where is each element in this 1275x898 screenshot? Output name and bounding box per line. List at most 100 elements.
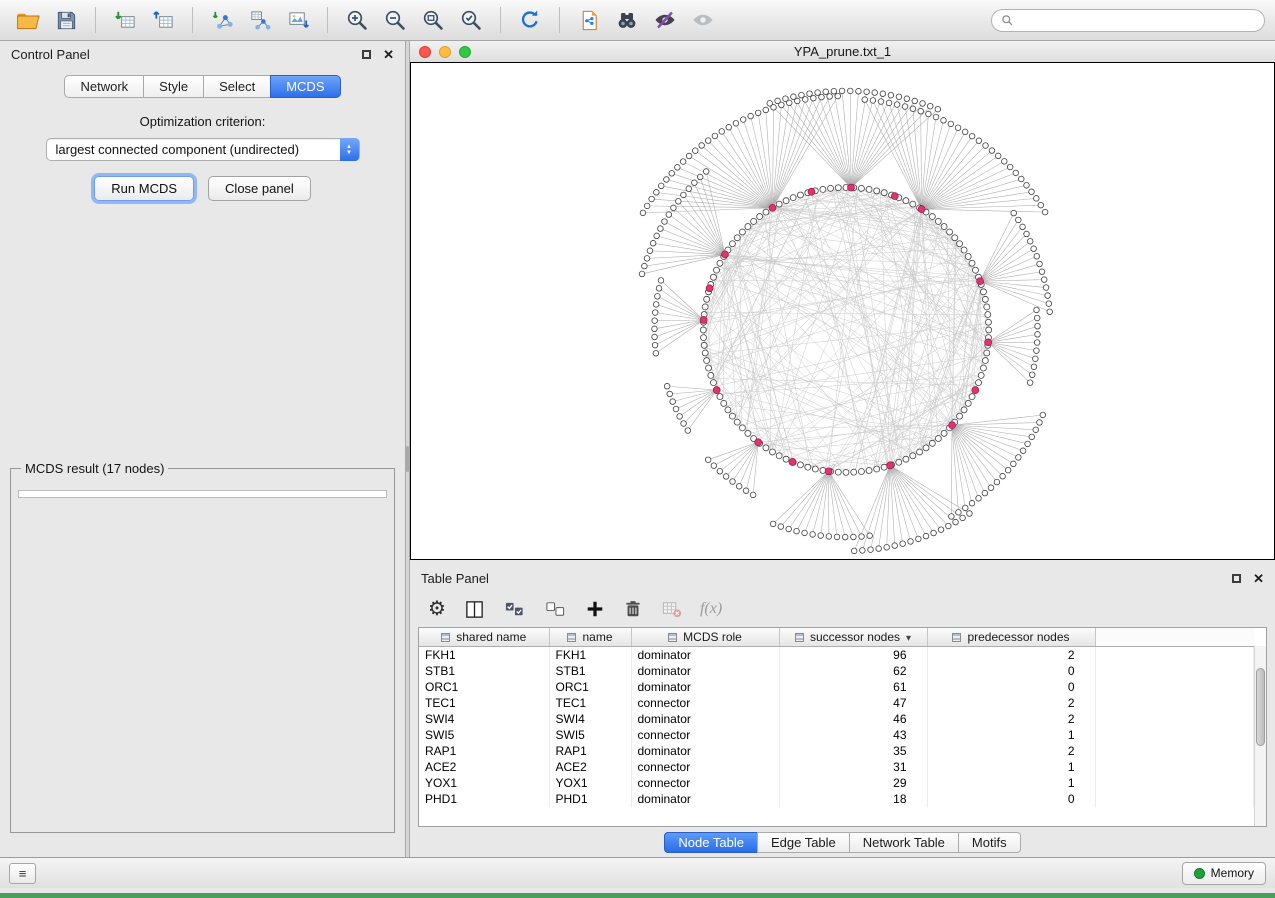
column-header-successor-nodes[interactable]: successor nodes▾	[779, 628, 927, 646]
eye-icon	[691, 8, 715, 32]
panel-splitter[interactable]	[405, 41, 410, 857]
table-panel-float-icon[interactable]	[1232, 574, 1241, 583]
fx-icon: f(x)	[700, 600, 722, 618]
criterion-selected-value: largest connected component (undirected)	[56, 142, 336, 157]
column-header-predecessor-nodes[interactable]: predecessor nodes	[927, 628, 1095, 646]
close-window-button[interactable]	[419, 46, 431, 58]
memory-label: Memory	[1211, 866, 1254, 880]
column-grid-icon	[795, 633, 804, 642]
tab-network-table[interactable]: Network Table	[849, 832, 958, 853]
control-panel-close-icon[interactable]: ✕	[383, 48, 394, 61]
tab-edge-table[interactable]: Edge Table	[757, 832, 849, 853]
select-all-button[interactable]	[503, 595, 526, 623]
table-toolbar: ⚙	[410, 591, 1275, 627]
show-columns-button[interactable]	[464, 595, 485, 623]
scrollbar-thumb[interactable]	[1256, 668, 1265, 746]
export-image-button[interactable]	[280, 4, 316, 36]
table-row[interactable]: RAP1RAP1dominator352	[419, 743, 1254, 759]
table-panel-title: Table Panel	[421, 571, 489, 586]
delete-table-button[interactable]	[661, 595, 682, 623]
import-table-button[interactable]	[107, 4, 143, 36]
panels-menu-button[interactable]: ≡	[9, 863, 36, 884]
column-grid-icon	[952, 633, 961, 642]
zoom-selected-button[interactable]	[453, 4, 489, 36]
table-row[interactable]: FKH1FKH1dominator962	[419, 646, 1254, 663]
main-toolbar	[0, 0, 1275, 41]
network-inner-edges	[703, 187, 988, 472]
import-network-button[interactable]	[204, 4, 240, 36]
column-header-shared-name[interactable]: shared name	[419, 628, 549, 646]
network-canvas[interactable]	[410, 62, 1275, 560]
memory-button[interactable]: Memory	[1182, 862, 1266, 885]
stepper-down-icon: ▼	[346, 150, 352, 156]
tab-style[interactable]: Style	[143, 75, 203, 98]
export-network-button[interactable]	[242, 4, 278, 36]
tab-select[interactable]: Select	[203, 75, 270, 98]
table-scrollbar[interactable]	[1254, 646, 1266, 826]
table-panel-header: Table Panel ✕	[410, 565, 1275, 591]
tab-node-table[interactable]: Node Table	[664, 832, 757, 853]
column-grid-icon	[441, 633, 450, 642]
show-all-button[interactable]	[685, 4, 721, 36]
select-stepper-icon: ▲ ▼	[340, 138, 359, 161]
column-header-name[interactable]: name	[549, 628, 631, 646]
maximize-window-button[interactable]	[459, 46, 471, 58]
refresh-icon	[518, 8, 542, 32]
search-field[interactable]	[991, 9, 1265, 32]
zoom-fit-icon	[421, 8, 445, 32]
window-controls	[419, 46, 471, 58]
columns-icon	[464, 599, 485, 620]
close-panel-button[interactable]: Close panel	[208, 176, 311, 201]
import-network-icon	[211, 9, 234, 32]
column-header-MCDS-role[interactable]: MCDS role	[631, 628, 779, 646]
splitter-grip[interactable]	[406, 446, 409, 472]
sort-indicator-icon[interactable]: ▾	[906, 633, 911, 644]
mcds-result-list[interactable]: PHD1CAR1STP4TID3YOX1SWI4SRD1PMA2FKH1ACE2…	[18, 490, 387, 498]
table-row[interactable]: TEC1TEC1connector472	[419, 695, 1254, 711]
tab-motifs[interactable]: Motifs	[958, 832, 1021, 853]
table-row[interactable]: STB1STB1dominator620	[419, 663, 1254, 679]
network-title: YPA_prune.txt_1	[410, 44, 1275, 59]
zoom-out-button[interactable]	[377, 4, 413, 36]
network-titlebar: YPA_prune.txt_1	[410, 41, 1275, 62]
find-button[interactable]	[609, 4, 645, 36]
column-grid-icon	[567, 633, 576, 642]
refresh-button[interactable]	[512, 4, 548, 36]
eye-slash-icon	[653, 8, 677, 32]
open-session-button[interactable]	[10, 4, 46, 36]
mcds-result-item[interactable]: PHD1	[24, 494, 381, 498]
table-panel-close-icon[interactable]: ✕	[1253, 572, 1264, 585]
export-network-icon	[249, 9, 272, 32]
table-row[interactable]: YOX1YOX1connector291	[419, 775, 1254, 791]
table-row[interactable]: ORC1ORC1dominator610	[419, 679, 1254, 695]
deselect-all-button[interactable]	[544, 595, 567, 623]
export-table-button[interactable]	[145, 4, 181, 36]
table-row[interactable]: PHD1PHD1dominator180	[419, 791, 1254, 807]
table-row[interactable]: SWI5SWI5connector431	[419, 727, 1254, 743]
add-column-button[interactable]	[585, 595, 605, 623]
control-panel-float-icon[interactable]	[362, 50, 371, 59]
optimization-criterion-label: Optimization criterion:	[0, 114, 405, 129]
toolbar-separator	[559, 7, 560, 33]
zoom-fit-button[interactable]	[415, 4, 451, 36]
node-table-head-row: shared namenameMCDS rolesuccessor nodes▾…	[419, 628, 1254, 646]
floppy-icon	[55, 9, 78, 32]
control-panel-title: Control Panel	[11, 47, 90, 62]
tab-mcds[interactable]: MCDS	[270, 75, 340, 98]
criterion-select[interactable]: largest connected component (undirected)…	[46, 138, 360, 161]
main-content: Control Panel ✕ Network Style Select MCD…	[0, 41, 1275, 857]
hide-selected-button[interactable]	[647, 4, 683, 36]
delete-column-button[interactable]	[623, 595, 643, 623]
save-session-button[interactable]	[48, 4, 84, 36]
run-mcds-button[interactable]: Run MCDS	[94, 176, 194, 201]
table-settings-button[interactable]: ⚙	[428, 595, 446, 623]
share-document-button[interactable]	[571, 4, 607, 36]
search-input[interactable]	[1020, 12, 1255, 28]
table-row[interactable]: ACE2ACE2connector311	[419, 759, 1254, 775]
table-row[interactable]: SWI4SWI4dominator462	[419, 711, 1254, 727]
zoom-in-button[interactable]	[339, 4, 375, 36]
mcds-buttons-row: Run MCDS Close panel	[0, 176, 405, 201]
minimize-window-button[interactable]	[439, 46, 451, 58]
function-builder-button[interactable]: f(x)	[700, 595, 722, 623]
tab-network[interactable]: Network	[64, 75, 143, 98]
